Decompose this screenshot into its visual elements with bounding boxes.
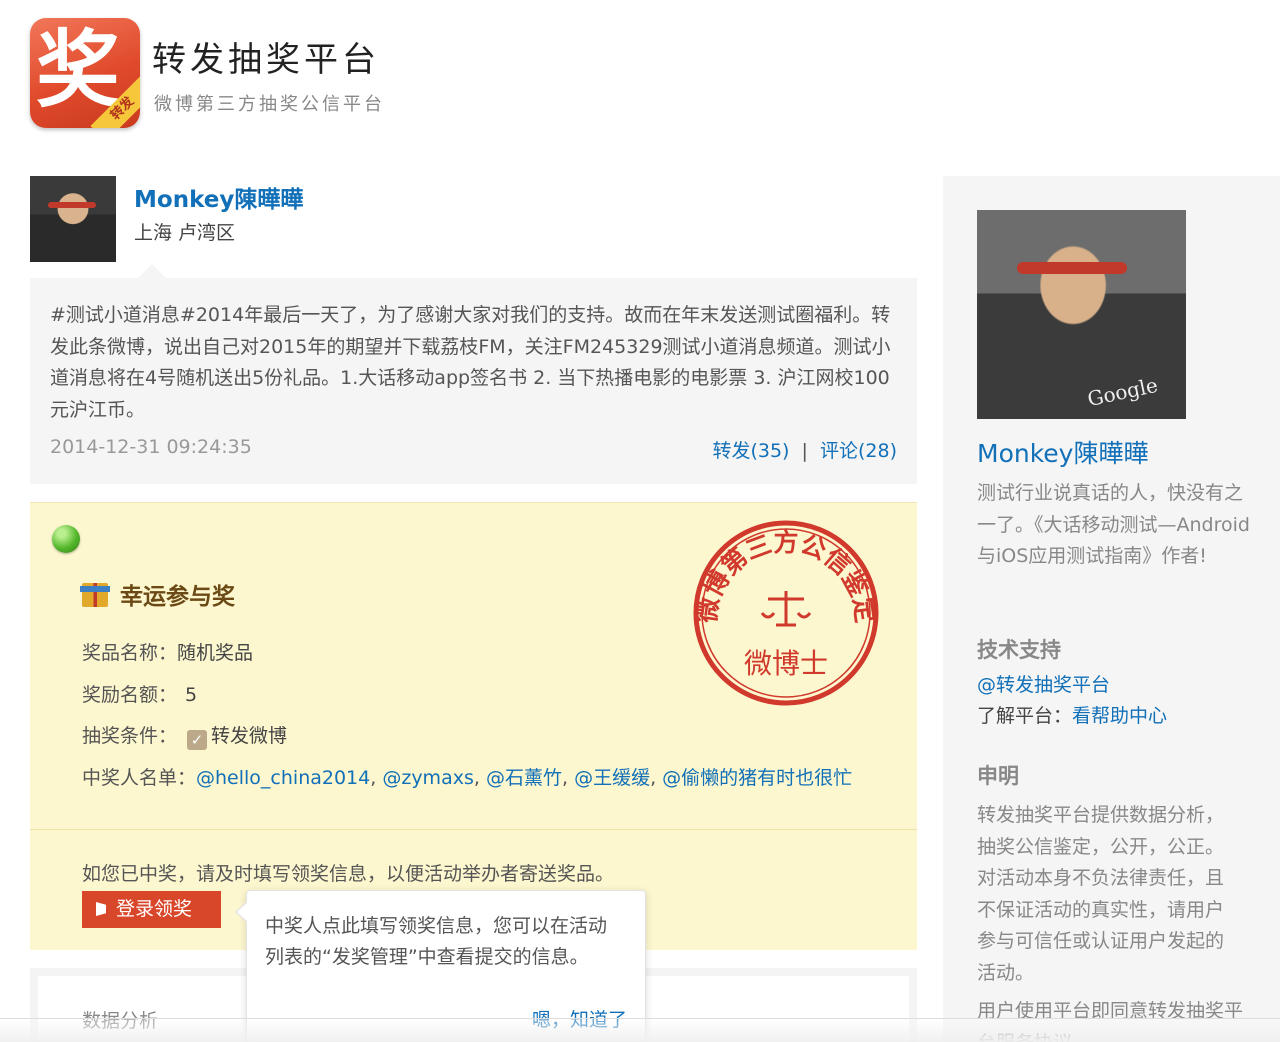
gift-icon [80,583,110,607]
weibo-post: #测试小道消息#2014年最后一天了，为了感谢大家对我们的支持。故而在年末发送测… [30,264,917,484]
support-heading: 技术支持 [977,638,1061,662]
popover-text: 中奖人点此填写领奖信息，您可以在活动列表的“发奖管理”中查看提交的信息。 [265,915,608,968]
winner-link[interactable]: @偷懒的猪有时也很忙 [662,767,852,789]
sidebar-bio: 测试行业说真话的人，快没有之一了。《大话移动测试—Android与iOS应用测试… [977,482,1250,567]
status-dot-icon [52,525,80,553]
prize-count-value: 5 [185,684,198,706]
logo-glyph: 奖 [36,20,121,119]
learn-row: 了解平台：看帮助中心 [977,701,1167,728]
poster-name[interactable]: Monkey陳曄曄 [134,180,303,214]
prize-name-row: 奖品名称：随机奖品 [82,638,253,665]
sidebar-avatar[interactable]: Google [977,210,1186,419]
site-header: 奖 转发 转发抽奖平台 微博第三方抽奖公信平台 [30,18,530,130]
weibo-text: #测试小道消息#2014年最后一天了，为了感谢大家对我们的支持。故而在年末发送测… [50,304,891,421]
winner-link[interactable]: @石薰竹 [486,767,562,789]
prize-condition-value: 转发微博 [211,725,288,747]
repost-link[interactable]: 转发(35) [712,440,789,462]
flag-icon [96,902,106,916]
learn-label: 了解平台： [977,705,1073,727]
winner-sep: , [650,767,663,789]
prize-title: 幸运参与奖 [80,577,235,611]
prize-count-label: 奖励名额： [82,684,178,706]
prize-name-label: 奖品名称： [82,642,178,664]
prize-panel: 幸运参与奖 奖品名称：随机奖品 奖励名额： 5 抽奖条件： ✓ 转发微博 中奖人名单：… [30,502,917,950]
winner-link[interactable]: @王缓缓 [574,767,650,789]
sidebar: Google Monkey陳曄曄 测试行业说真话的人，快没有之一了。《大话移动测… [943,176,1280,1042]
winners-row: 中奖人名单：@hello_china2014, @zymaxs, @石薰竹, @… [82,763,852,790]
prize-condition-label: 抽奖条件： [82,725,178,747]
prize-note: 如您已中奖，请及时填写领奖信息，以便活动举办者寄送奖品。 [82,863,615,885]
stamp-center-text: 微博士 [744,647,828,680]
verification-stamp: 微博第三方公信鉴定 微博士 [692,520,880,706]
winners-label: 中奖人名单： [82,767,197,789]
login-claim-button[interactable]: 登录领奖 [82,891,221,928]
winner-sep: , [370,767,383,789]
scales-icon [760,591,812,627]
poster-location: 上海 卢湾区 [134,222,236,244]
prize-title-text: 幸运参与奖 [120,584,235,610]
comment-link[interactable]: 评论(28) [820,440,897,462]
declaration-text: 转发抽奖平台提供数据分析，抽奖公信鉴定，公开，公正。对活动本身不负法律责任，且不… [977,804,1225,984]
sidebar-name[interactable]: Monkey陳曄曄 [977,434,1148,470]
prize-divider [30,829,917,830]
login-claim-label: 登录领奖 [116,898,193,920]
bottom-fade [0,1018,1280,1042]
poster-avatar[interactable] [30,176,116,262]
winner-link[interactable]: @zymaxs [382,767,474,789]
help-center-link[interactable]: 看帮助中心 [1072,705,1167,727]
prize-condition-row: 抽奖条件： ✓ 转发微博 [82,721,287,750]
weibo-timestamp: 2014-12-31 09:24:35 [50,436,252,458]
avatar-glasses [48,202,96,208]
site-subtitle: 微博第三方抽奖公信平台 [154,94,385,115]
winner-sep: , [561,767,575,789]
support-link[interactable]: @转发抽奖平台 [977,670,1110,697]
avatar-glasses [1017,262,1127,274]
weibo-actions: 转发(35) | 评论(28) [712,436,897,463]
avatar-shirt-text: Google [1085,372,1160,412]
site-logo[interactable]: 奖 转发 [30,18,140,128]
checkbox-icon: ✓ [187,730,208,750]
prize-name-value: 随机奖品 [177,642,254,664]
prize-count-row: 奖励名额： 5 [82,680,197,707]
actions-separator: | [801,440,808,462]
declaration-heading: 申明 [977,764,1019,788]
winner-sep: , [473,767,486,789]
site-title[interactable]: 转发抽奖平台 [152,32,380,81]
winner-link[interactable]: @hello_china2014 [196,767,370,789]
